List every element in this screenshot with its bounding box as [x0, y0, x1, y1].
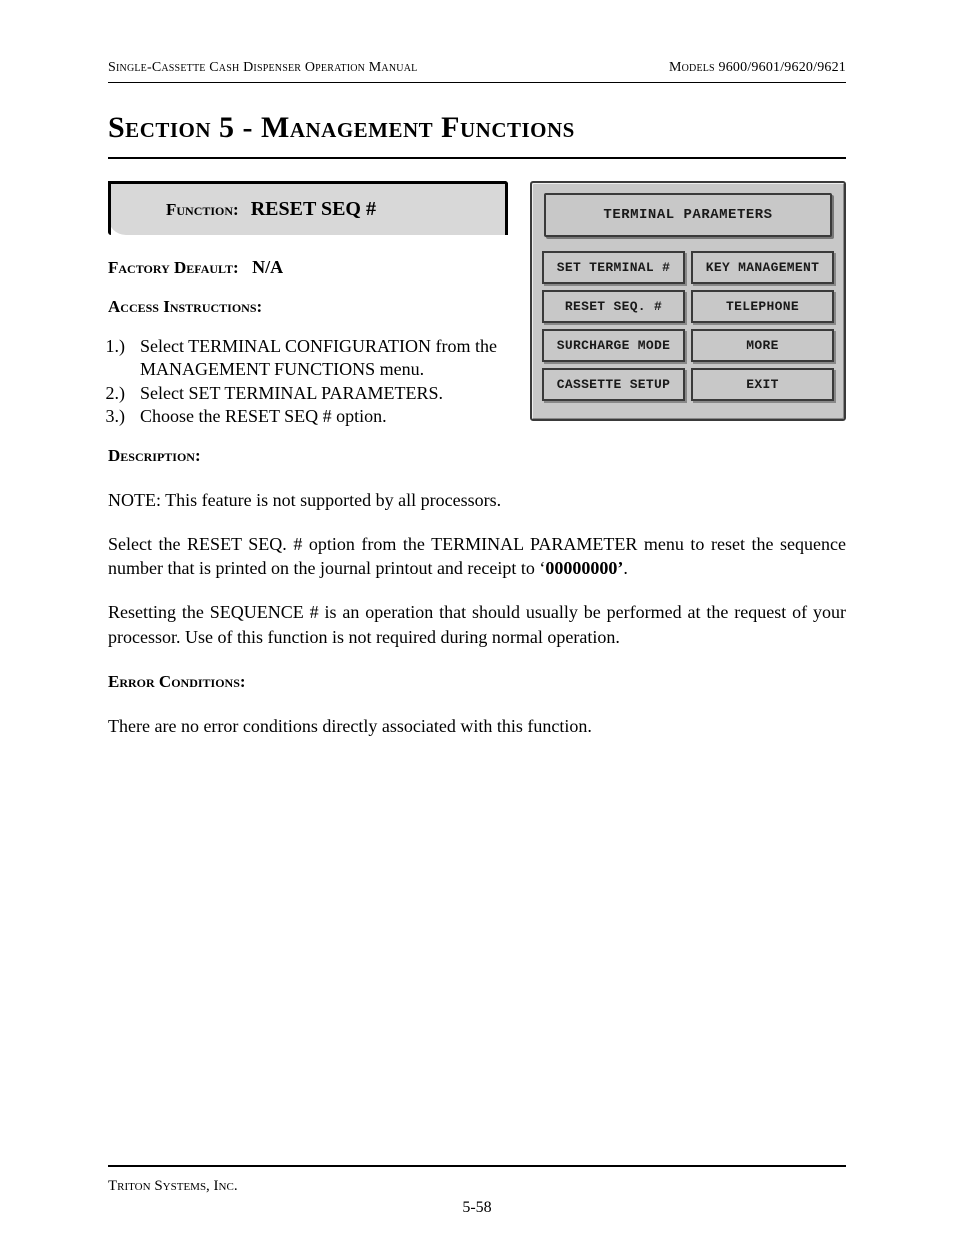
terminal-button-key-management[interactable]: KEY MANAGEMENT — [691, 251, 834, 284]
terminal-button-grid: SET TERMINAL # KEY MANAGEMENT RESET SEQ.… — [540, 251, 836, 401]
access-step: Choose the RESET SEQ # option. — [134, 405, 520, 428]
terminal-button-exit[interactable]: EXIT — [691, 368, 834, 401]
access-step: Select TERMINAL CONFIGURATION from the M… — [134, 335, 520, 382]
error-conditions-text: There are no error conditions directly a… — [108, 714, 846, 738]
function-name: RESET SEQ # — [251, 198, 376, 220]
terminal-button-telephone[interactable]: TELEPHONE — [691, 290, 834, 323]
page-footer: Triton Systems, Inc. — [108, 1165, 846, 1195]
terminal-button-reset-seq[interactable]: RESET SEQ. # — [542, 290, 685, 323]
error-conditions-label: Error Conditions: — [108, 672, 246, 691]
footer-company: Triton Systems, Inc. — [108, 1178, 238, 1194]
terminal-title: TERMINAL PARAMETERS — [544, 193, 832, 237]
terminal-button-more[interactable]: MORE — [691, 329, 834, 362]
footer-rule — [108, 1165, 846, 1167]
function-label: Function: — [166, 200, 239, 219]
factory-default-label: Factory Default: — [108, 258, 239, 277]
terminal-button-cassette-setup[interactable]: CASSETTE SETUP — [542, 368, 685, 401]
factory-default-value: N/A — [252, 257, 283, 277]
description-label-line: Description: — [108, 443, 846, 468]
description-label: Description: — [108, 446, 201, 465]
title-rule — [108, 157, 846, 159]
description-para-2: Select the RESET SEQ. # option from the … — [108, 532, 846, 581]
description-para-3: Resetting the SEQUENCE # is an operation… — [108, 600, 846, 649]
terminal-button-surcharge-mode[interactable]: SURCHARGE MODE — [542, 329, 685, 362]
access-step: Select SET TERMINAL PARAMETERS. — [134, 382, 520, 405]
header-left: Single-Cassette Cash Dispenser Operation… — [108, 60, 417, 76]
function-tab: Function: RESET SEQ # — [108, 181, 508, 235]
access-steps-list: Select TERMINAL CONFIGURATION from the M… — [108, 335, 520, 429]
header-rule — [108, 82, 846, 83]
section-title: Section 5 - Management Functions — [108, 111, 846, 145]
terminal-button-set-terminal[interactable]: SET TERMINAL # — [542, 251, 685, 284]
access-instructions-label: Access Instructions: — [108, 297, 262, 316]
description-note: NOTE: This feature is not supported by a… — [108, 488, 846, 512]
error-conditions-label-line: Error Conditions: — [108, 669, 846, 694]
terminal-screen: TERMINAL PARAMETERS SET TERMINAL # KEY M… — [530, 181, 846, 421]
access-instructions-label-line: Access Instructions: — [108, 296, 520, 317]
running-header: Single-Cassette Cash Dispenser Operation… — [108, 60, 846, 76]
factory-default-line: Factory Default: N/A — [108, 257, 520, 278]
page-number: 5-58 — [0, 1199, 954, 1217]
header-right: Models 9600/9601/9620/9621 — [669, 60, 846, 76]
